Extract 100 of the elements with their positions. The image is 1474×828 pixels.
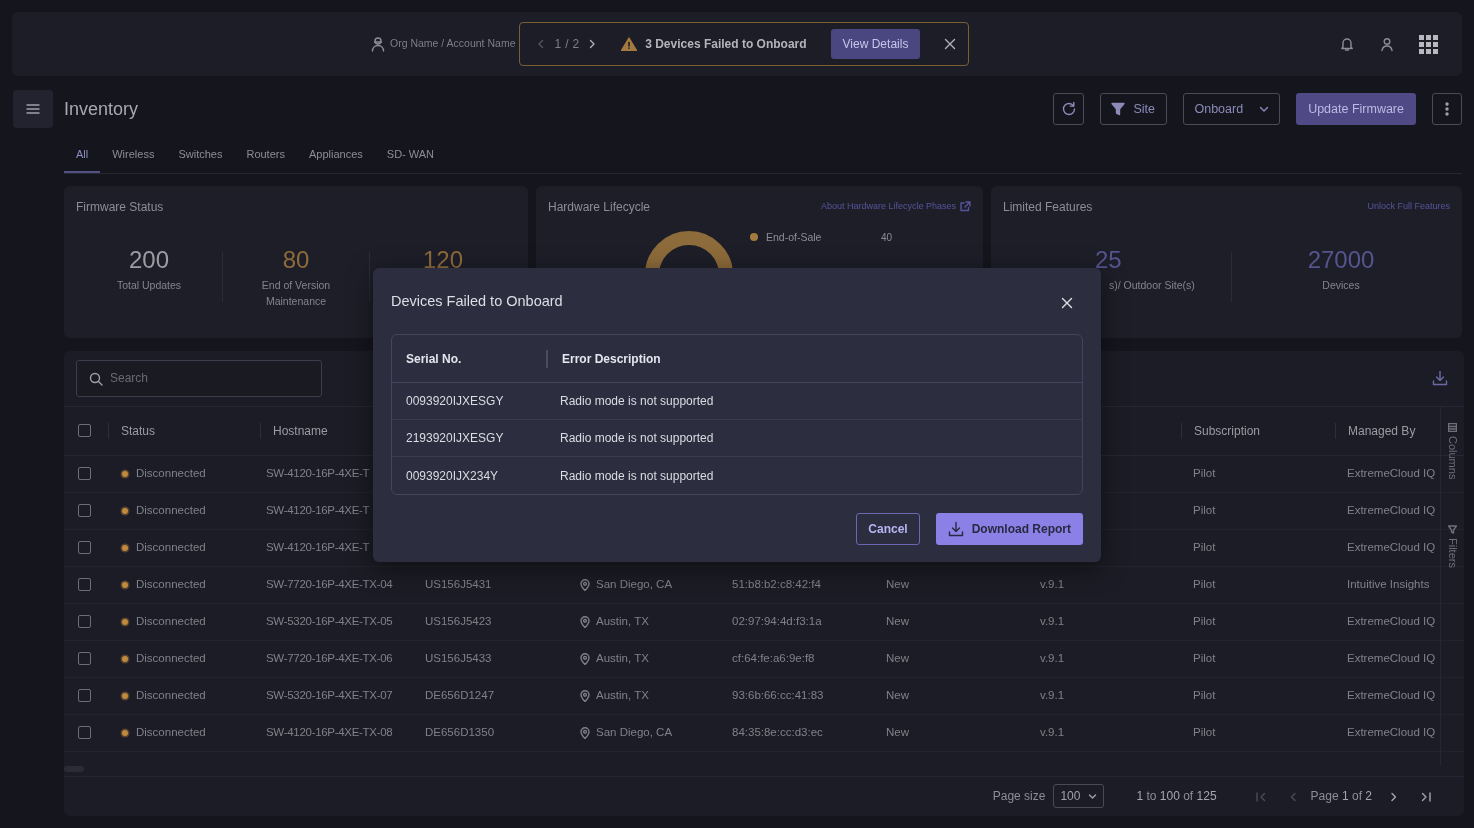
filters-tab[interactable]: Filters (1444, 520, 1461, 572)
category-tab[interactable]: Switches (166, 142, 235, 173)
refresh-icon (1061, 101, 1078, 117)
page-indicator: Page 1 of 2 (1310, 788, 1372, 805)
table-cell-text: Pilot (1193, 502, 1216, 518)
table-cell-text: Austin, TX (596, 650, 649, 666)
category-tab[interactable]: Routers (234, 142, 297, 173)
table-cell-text: Intuitive Insights (1347, 576, 1430, 592)
table-cell-text: Pilot (1193, 465, 1216, 481)
refresh-button[interactable] (1053, 93, 1085, 125)
table-cell-text: Disconnected (136, 613, 206, 629)
table-cell-text: v.9.1 (1040, 650, 1065, 666)
table-cell-text: ExtremeCloud IQ (1347, 465, 1436, 481)
stat-label: s)/ Outdoor Site(s) (1109, 278, 1195, 294)
legend-value: 40 (881, 230, 893, 245)
row-checkbox[interactable] (78, 615, 91, 628)
app-grid-icon[interactable] (1419, 34, 1438, 54)
more-options-button[interactable] (1432, 93, 1462, 125)
table-cell: Radio mode is not supported (560, 468, 714, 483)
table-cell-text: ExtremeCloud IQ (1347, 539, 1436, 555)
account-name[interactable]: Org Name / Account Name (390, 36, 516, 52)
page-size-select[interactable]: 100 (1053, 784, 1105, 808)
download-report-button[interactable]: Download Report (935, 513, 1083, 545)
row-checkbox[interactable] (78, 726, 91, 739)
table-cell: 2193920IJXESGY (406, 431, 504, 445)
table-cell-text: cf:64:fe:a6:9e:f8 (732, 650, 815, 666)
table-cell-text: New (886, 613, 909, 629)
filter-icon (1111, 102, 1126, 116)
table-cell-text: DE656D1350 (425, 724, 495, 740)
column-header[interactable]: Managed By (1348, 421, 1416, 440)
table-cell-text: San Diego, CA (596, 576, 673, 592)
column-header[interactable]: Hostname (273, 421, 328, 440)
chevron-down-icon (1259, 104, 1270, 114)
table-cell-text: New (886, 650, 909, 666)
category-tab[interactable]: SD- WAN (374, 142, 447, 173)
category-tab[interactable]: Appliances (296, 142, 375, 173)
table-cell-text: v.9.1 (1040, 724, 1065, 740)
search-field[interactable]: Search (76, 359, 322, 397)
table-cell-text: v.9.1 (1040, 613, 1065, 629)
table-cell-text: SW-4120-16P-4XE-T (266, 465, 370, 481)
table-cell-text: SW-4120-16P-4XE-TX-08 (266, 724, 393, 740)
table-cell-text: Disconnected (136, 650, 206, 666)
onboard-dropdown[interactable]: Onboard (1183, 93, 1281, 125)
table-cell-text: ExtremeCloud IQ (1347, 724, 1436, 740)
row-checkbox[interactable] (78, 541, 91, 554)
column-header[interactable]: Status (121, 421, 156, 440)
table-cell-text: Disconnected (136, 724, 206, 740)
row-checkbox[interactable] (78, 652, 91, 665)
category-tab[interactable]: All (64, 142, 101, 173)
scrollbar-thumb[interactable] (64, 765, 84, 772)
download-icon[interactable] (1432, 370, 1448, 386)
pin-icon (580, 578, 590, 591)
warning-icon (621, 37, 638, 51)
table-cell-text: Pilot (1193, 613, 1216, 629)
row-checkbox[interactable] (78, 578, 91, 591)
table-cell-text: SW-4120-16P-4XE-T (266, 539, 370, 555)
table-cell-text: Disconnected (136, 502, 206, 518)
legend-label: End-of-Sale (766, 229, 823, 245)
last-page-icon (1420, 790, 1432, 803)
view-details-button[interactable]: View Details (830, 29, 921, 59)
stat-value: 25 (1095, 245, 1122, 275)
site-filter-button[interactable]: Site (1100, 93, 1168, 125)
card-title: Firmware Status (76, 198, 164, 216)
person-icon (370, 36, 386, 52)
select-all-checkbox[interactable] (78, 424, 91, 437)
column-header: Serial No. (406, 351, 462, 366)
table-cell-text: Austin, TX (596, 687, 649, 703)
table-cell-text: v.9.1 (1040, 687, 1065, 703)
cancel-button[interactable]: Cancel (856, 513, 920, 545)
stat-label: Total Updates (116, 278, 182, 294)
column-header: Error Description (562, 351, 661, 366)
row-checkbox[interactable] (78, 504, 91, 517)
table-cell-text: ExtremeCloud IQ (1347, 613, 1436, 629)
page-total: 2 (572, 36, 580, 53)
table-cell-text: ExtremeCloud IQ (1347, 687, 1436, 703)
update-firmware-button[interactable]: Update Firmware (1296, 93, 1416, 125)
card-title: Limited Features (1003, 198, 1093, 216)
table-cell: 0093920IJXESGY (406, 394, 504, 408)
category-tab[interactable]: Wireless (100, 142, 167, 173)
table-cell-text: New (886, 687, 909, 703)
table-cell: 0093920IJX234Y (406, 468, 499, 483)
table-cell-text: Disconnected (136, 687, 206, 703)
pin-icon (580, 689, 590, 702)
pin-icon (580, 726, 590, 739)
table-cell-text: 84:35:8e:cc:d3:ec (732, 724, 823, 740)
close-icon[interactable] (944, 38, 957, 50)
table-cell-text: ExtremeCloud IQ (1347, 650, 1436, 666)
more-icon (1445, 102, 1449, 116)
table-cell-text: SW-5320-16P-4XE-TX-07 (266, 687, 393, 703)
stat-value: 27000 (1307, 245, 1375, 275)
stat-value: 120 (422, 245, 463, 275)
column-header[interactable]: Subscription (1194, 421, 1261, 440)
table-cell-text: 93:6b:66:cc:41:83 (732, 687, 824, 703)
user-icon[interactable] (1379, 36, 1395, 52)
row-checkbox[interactable] (78, 689, 91, 702)
row-checkbox[interactable] (78, 467, 91, 480)
download-icon (947, 521, 964, 537)
menu-button[interactable] (13, 90, 53, 128)
columns-tab[interactable]: Columns (1444, 418, 1461, 483)
bell-icon[interactable] (1339, 36, 1355, 52)
